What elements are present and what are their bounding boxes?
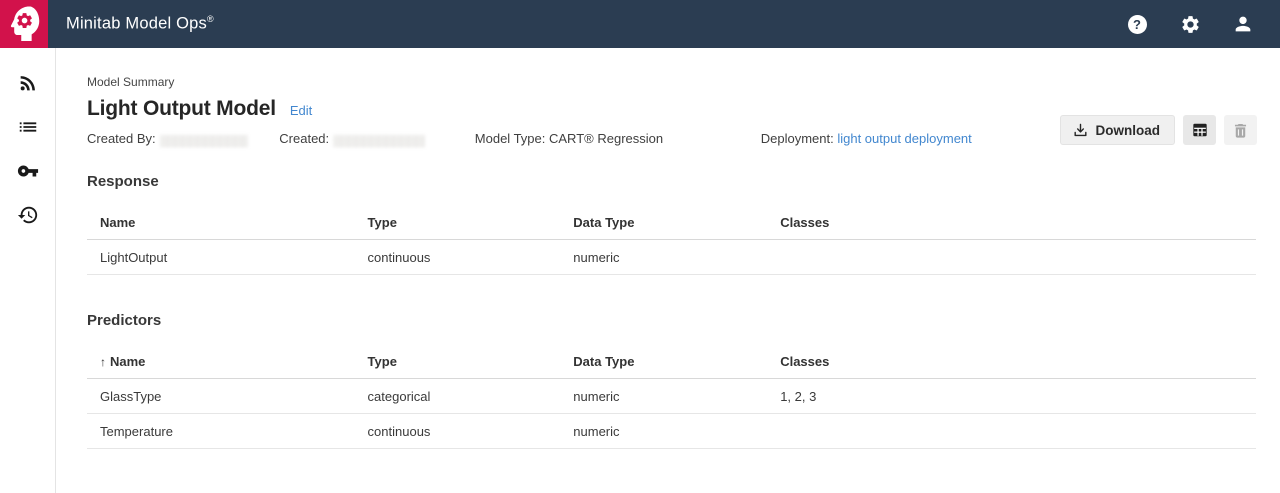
col-header-type: Type: [368, 354, 574, 369]
response-section: Response Name Type Data Type Classes Lig…: [87, 173, 1256, 275]
predictors-section: Predictors ↑Name Type Data Type Classes …: [87, 312, 1256, 449]
edit-link[interactable]: Edit: [290, 103, 312, 118]
response-table: Name Type Data Type Classes LightOutput …: [87, 209, 1256, 275]
left-nav-sidebar: [0, 48, 56, 493]
cell-type: continuous: [368, 250, 574, 265]
score-data-button[interactable]: [1183, 115, 1216, 145]
col-header-classes: Classes: [780, 354, 1256, 369]
created-value-redacted: ▒▒▒▒▒▒▒▒▒▒▒▒▒▒▒: [333, 133, 425, 147]
cell-name: GlassType: [87, 389, 368, 404]
col-header-classes: Classes: [780, 215, 1256, 230]
help-button[interactable]: ?: [1126, 13, 1148, 35]
gear-icon: [1180, 14, 1201, 35]
predictors-table: ↑Name Type Data Type Classes GlassType c…: [87, 348, 1256, 449]
cell-type: continuous: [368, 424, 574, 439]
app-title: Minitab Model Ops®: [66, 14, 214, 34]
main-content: Model Summary Light Output Model Edit Cr…: [56, 48, 1280, 493]
sidebar-item-api-keys[interactable]: [0, 149, 55, 193]
model-actions: Download: [1060, 115, 1258, 145]
created-by-value-redacted: ▒▒▒▒▒▒▒▒▒▒▒▒: [160, 133, 248, 147]
account-button[interactable]: [1232, 13, 1254, 35]
page-title: Light Output Model: [87, 97, 276, 121]
list-icon: [17, 116, 39, 138]
person-icon: [1232, 13, 1254, 35]
download-button[interactable]: Download: [1060, 115, 1176, 145]
cell-data-type: numeric: [573, 424, 780, 439]
table-row: LightOutput continuous numeric: [87, 240, 1256, 275]
minitab-brain-gear-icon: [0, 0, 48, 48]
key-icon: [17, 160, 39, 182]
sort-ascending-icon: ↑: [100, 355, 106, 369]
table-row: Temperature continuous numeric: [87, 414, 1256, 449]
col-header-name-sortable[interactable]: ↑Name: [87, 354, 368, 369]
col-header-name: Name: [87, 215, 368, 230]
download-button-label: Download: [1096, 123, 1161, 138]
table-row: GlassType categorical numeric 1, 2, 3: [87, 379, 1256, 414]
top-app-bar: Minitab Model Ops® ?: [0, 0, 1280, 48]
cell-name: LightOutput: [87, 250, 368, 265]
breadcrumb: Model Summary: [87, 75, 1256, 90]
cell-data-type: numeric: [573, 389, 780, 404]
help-icon: ?: [1128, 15, 1147, 34]
col-header-data-type: Data Type: [573, 354, 780, 369]
sidebar-item-models[interactable]: [0, 105, 55, 149]
response-heading: Response: [87, 173, 1256, 191]
predictors-heading: Predictors: [87, 312, 1256, 330]
data-table-icon: [1190, 120, 1210, 140]
cell-classes: 1, 2, 3: [780, 389, 1256, 404]
model-type-value: CART® Regression: [549, 131, 663, 146]
col-header-data-type: Data Type: [573, 215, 780, 230]
predictors-table-header: ↑Name Type Data Type Classes: [87, 348, 1256, 379]
settings-button[interactable]: [1179, 13, 1201, 35]
cell-type: categorical: [368, 389, 574, 404]
response-table-header: Name Type Data Type Classes: [87, 209, 1256, 240]
sidebar-item-deployments[interactable]: [0, 61, 55, 105]
cell-data-type: numeric: [573, 250, 780, 265]
minitab-logo[interactable]: [0, 0, 48, 48]
stream-icon: [17, 72, 39, 94]
trash-icon: [1231, 121, 1250, 140]
registered-mark: ®: [207, 14, 214, 24]
col-header-type: Type: [368, 215, 574, 230]
download-icon: [1072, 122, 1089, 139]
sidebar-item-history[interactable]: [0, 193, 55, 237]
created-label: Created:: [279, 131, 329, 146]
delete-model-button[interactable]: [1224, 115, 1257, 145]
cell-name: Temperature: [87, 424, 368, 439]
history-icon: [17, 204, 39, 226]
model-type-label: Model Type:: [475, 131, 546, 146]
created-by-label: Created By:: [87, 131, 156, 146]
deployment-link[interactable]: light output deployment: [837, 131, 971, 146]
deployment-label: Deployment:: [761, 131, 834, 146]
